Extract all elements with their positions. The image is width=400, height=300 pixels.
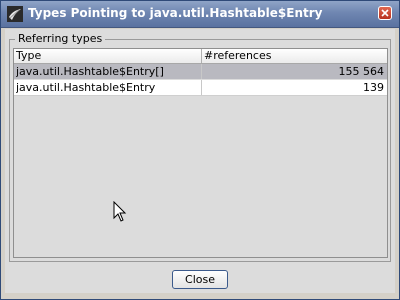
close-button[interactable]: Close bbox=[172, 270, 228, 289]
dialog-content: Referring types Type #references java.ut… bbox=[5, 29, 395, 293]
table-header: Type #references bbox=[14, 49, 387, 64]
cell-divider bbox=[201, 80, 202, 95]
row-divider bbox=[14, 95, 387, 96]
dialog-window: Types Pointing to java.util.Hashtable$En… bbox=[0, 0, 400, 300]
references-cell: 155 564 bbox=[338, 65, 385, 78]
close-icon[interactable] bbox=[378, 6, 392, 20]
app-icon bbox=[7, 6, 23, 22]
column-header-type[interactable]: Type bbox=[16, 49, 200, 63]
referring-types-table[interactable]: Type #references java.util.Hashtable$Ent… bbox=[13, 48, 388, 258]
window-title: Types Pointing to java.util.Hashtable$En… bbox=[28, 6, 323, 20]
title-bar[interactable]: Types Pointing to java.util.Hashtable$En… bbox=[1, 1, 399, 28]
type-cell: java.util.Hashtable$Entry bbox=[16, 81, 156, 94]
table-row[interactable]: java.util.Hashtable$Entry 139 bbox=[14, 80, 387, 95]
group-label: Referring types bbox=[15, 32, 106, 45]
column-header-references[interactable]: #references bbox=[204, 49, 384, 63]
table-row[interactable]: java.util.Hashtable$Entry[] 155 564 bbox=[14, 64, 387, 79]
referring-types-group: Referring types Type #references java.ut… bbox=[9, 32, 391, 262]
column-divider[interactable] bbox=[201, 49, 202, 63]
cell-divider bbox=[201, 64, 202, 79]
type-cell: java.util.Hashtable$Entry[] bbox=[16, 65, 164, 78]
mouse-pointer-icon bbox=[113, 200, 127, 223]
references-cell: 139 bbox=[363, 81, 384, 94]
